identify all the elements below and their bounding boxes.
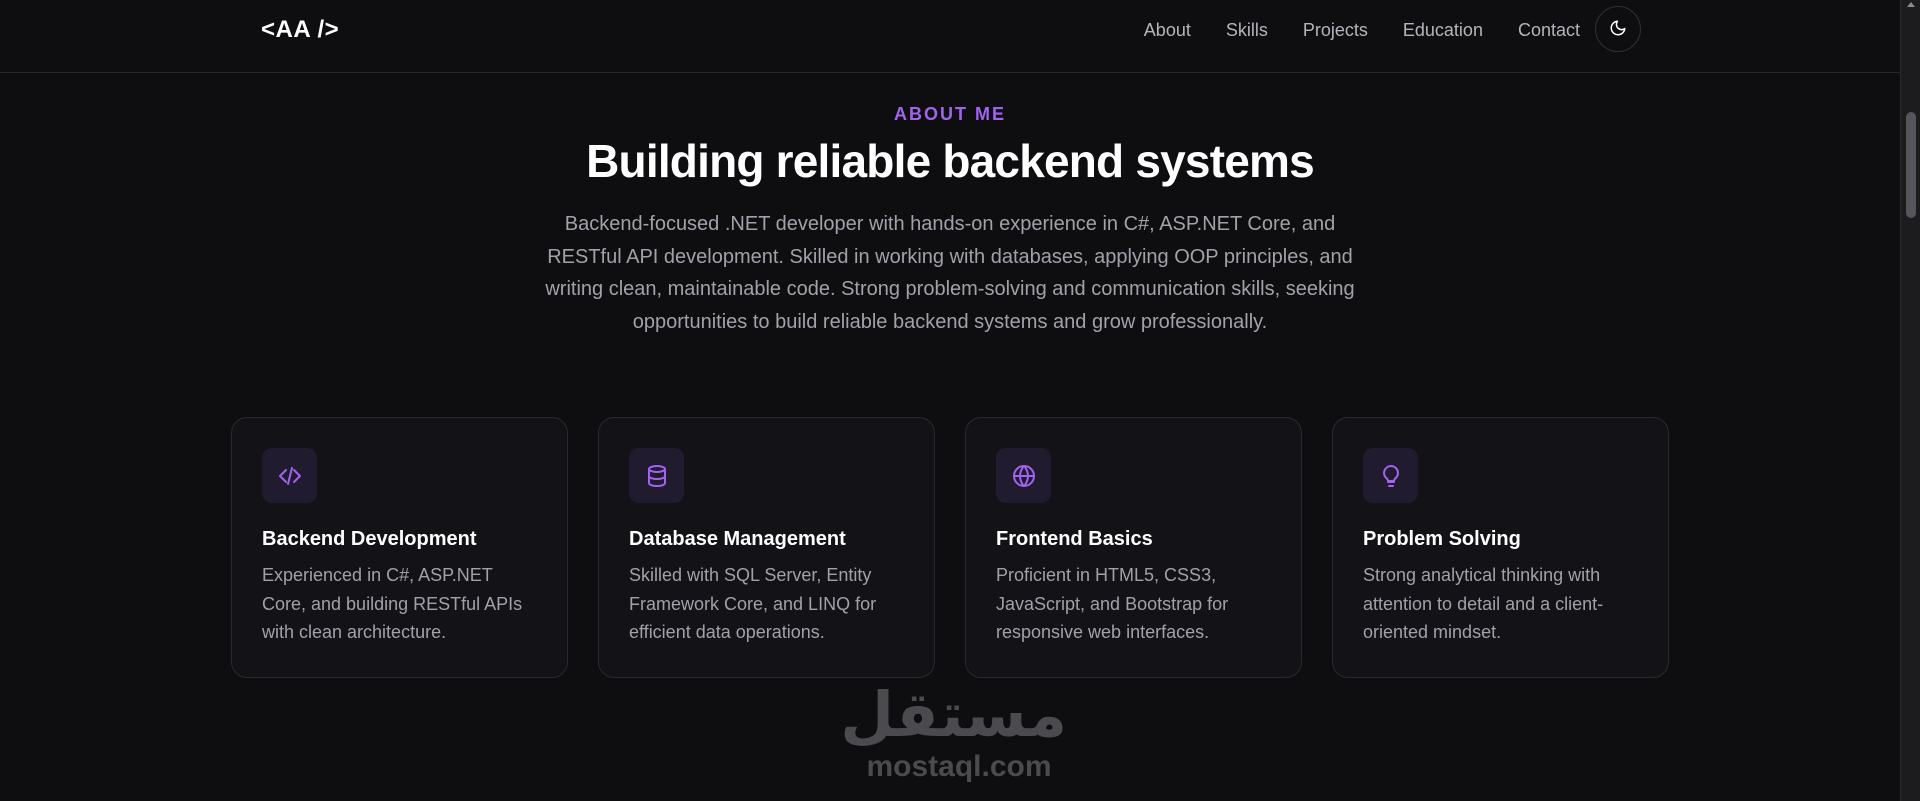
lightbulb-icon [1363,448,1418,503]
nav-link-skills[interactable]: Skills [1226,18,1268,42]
card-description: Skilled with SQL Server, Entity Framewor… [629,565,877,642]
nav-links: About Skills Projects Education Contact [1144,18,1580,42]
nav-link-education[interactable]: Education [1403,18,1483,42]
watermark-latin-text: mostaql.com [866,750,1052,783]
scroll-up-arrow-icon[interactable] [1907,2,1915,7]
card-problem-solving: Problem Solving Strong analytical thinki… [1332,417,1669,678]
mostaql-watermark: مستقل mostaql.com [840,678,1067,784]
card-database-management: Database Management Skilled with SQL Ser… [598,417,935,678]
globe-icon [996,448,1051,503]
card-title: Backend Development [262,528,477,550]
section-eyebrow: ABOUT ME [894,104,1006,124]
card-description: Experienced in C#, ASP.NET Core, and bui… [262,565,523,642]
code-icon [262,448,317,503]
navbar: <AA /> About Skills Projects Education C… [0,0,1900,73]
card-frontend-basics: Frontend Basics Proficient in HTML5, CSS… [965,417,1302,678]
watermark-arabic-text: مستقل [840,678,1067,751]
moon-icon [1609,19,1627,40]
about-description: Backend-focused .NET developer with hand… [545,213,1355,333]
card-description: Strong analytical thinking with attentio… [1363,565,1604,642]
card-title: Problem Solving [1363,528,1521,550]
nav-link-about[interactable]: About [1144,18,1191,42]
site-logo[interactable]: <AA /> [261,16,339,44]
card-description: Proficient in HTML5, CSS3, JavaScript, a… [996,565,1229,642]
theme-toggle-button[interactable] [1595,6,1641,52]
page-scrollbar[interactable] [1900,0,1920,801]
card-title: Database Management [629,528,846,550]
scrollbar-thumb[interactable] [1906,112,1916,218]
nav-link-projects[interactable]: Projects [1303,18,1368,42]
card-backend-development: Backend Development Experienced in C#, A… [231,417,568,678]
card-title: Frontend Basics [996,528,1153,550]
database-icon [629,448,684,503]
nav-link-contact[interactable]: Contact [1518,18,1580,42]
section-title: Building reliable backend systems [586,135,1315,187]
feature-cards: Backend Development Experienced in C#, A… [231,417,1669,678]
